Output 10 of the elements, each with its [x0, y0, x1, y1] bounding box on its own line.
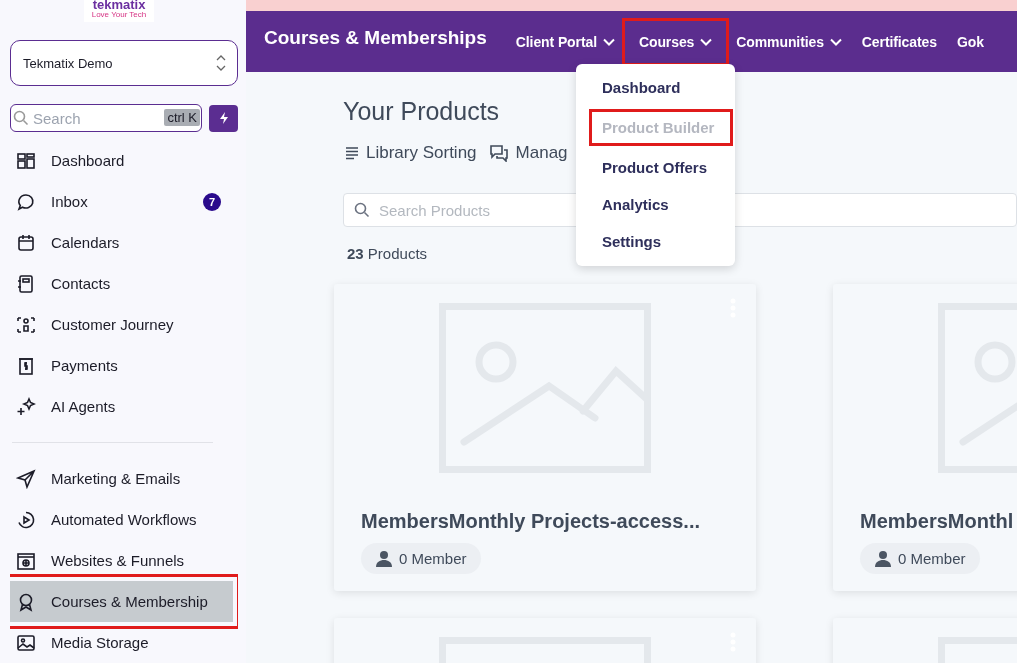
- unread-count-badge: 7: [203, 192, 221, 211]
- shortcut-hint: ctrl K: [164, 109, 200, 126]
- page-heading: Your Products: [343, 97, 501, 126]
- page-title: Courses & Memberships: [264, 26, 487, 49]
- member-count-pill: 0 Member: [361, 543, 481, 574]
- product-title: MembersMonthly Projects-access...: [361, 510, 700, 533]
- product-count: 23 Products: [347, 245, 429, 262]
- product-title: MembersMonthl: [860, 510, 1014, 533]
- member-count-pill: 0 Member: [860, 543, 980, 574]
- logo: tekmatix Love Your Tech: [84, 0, 154, 22]
